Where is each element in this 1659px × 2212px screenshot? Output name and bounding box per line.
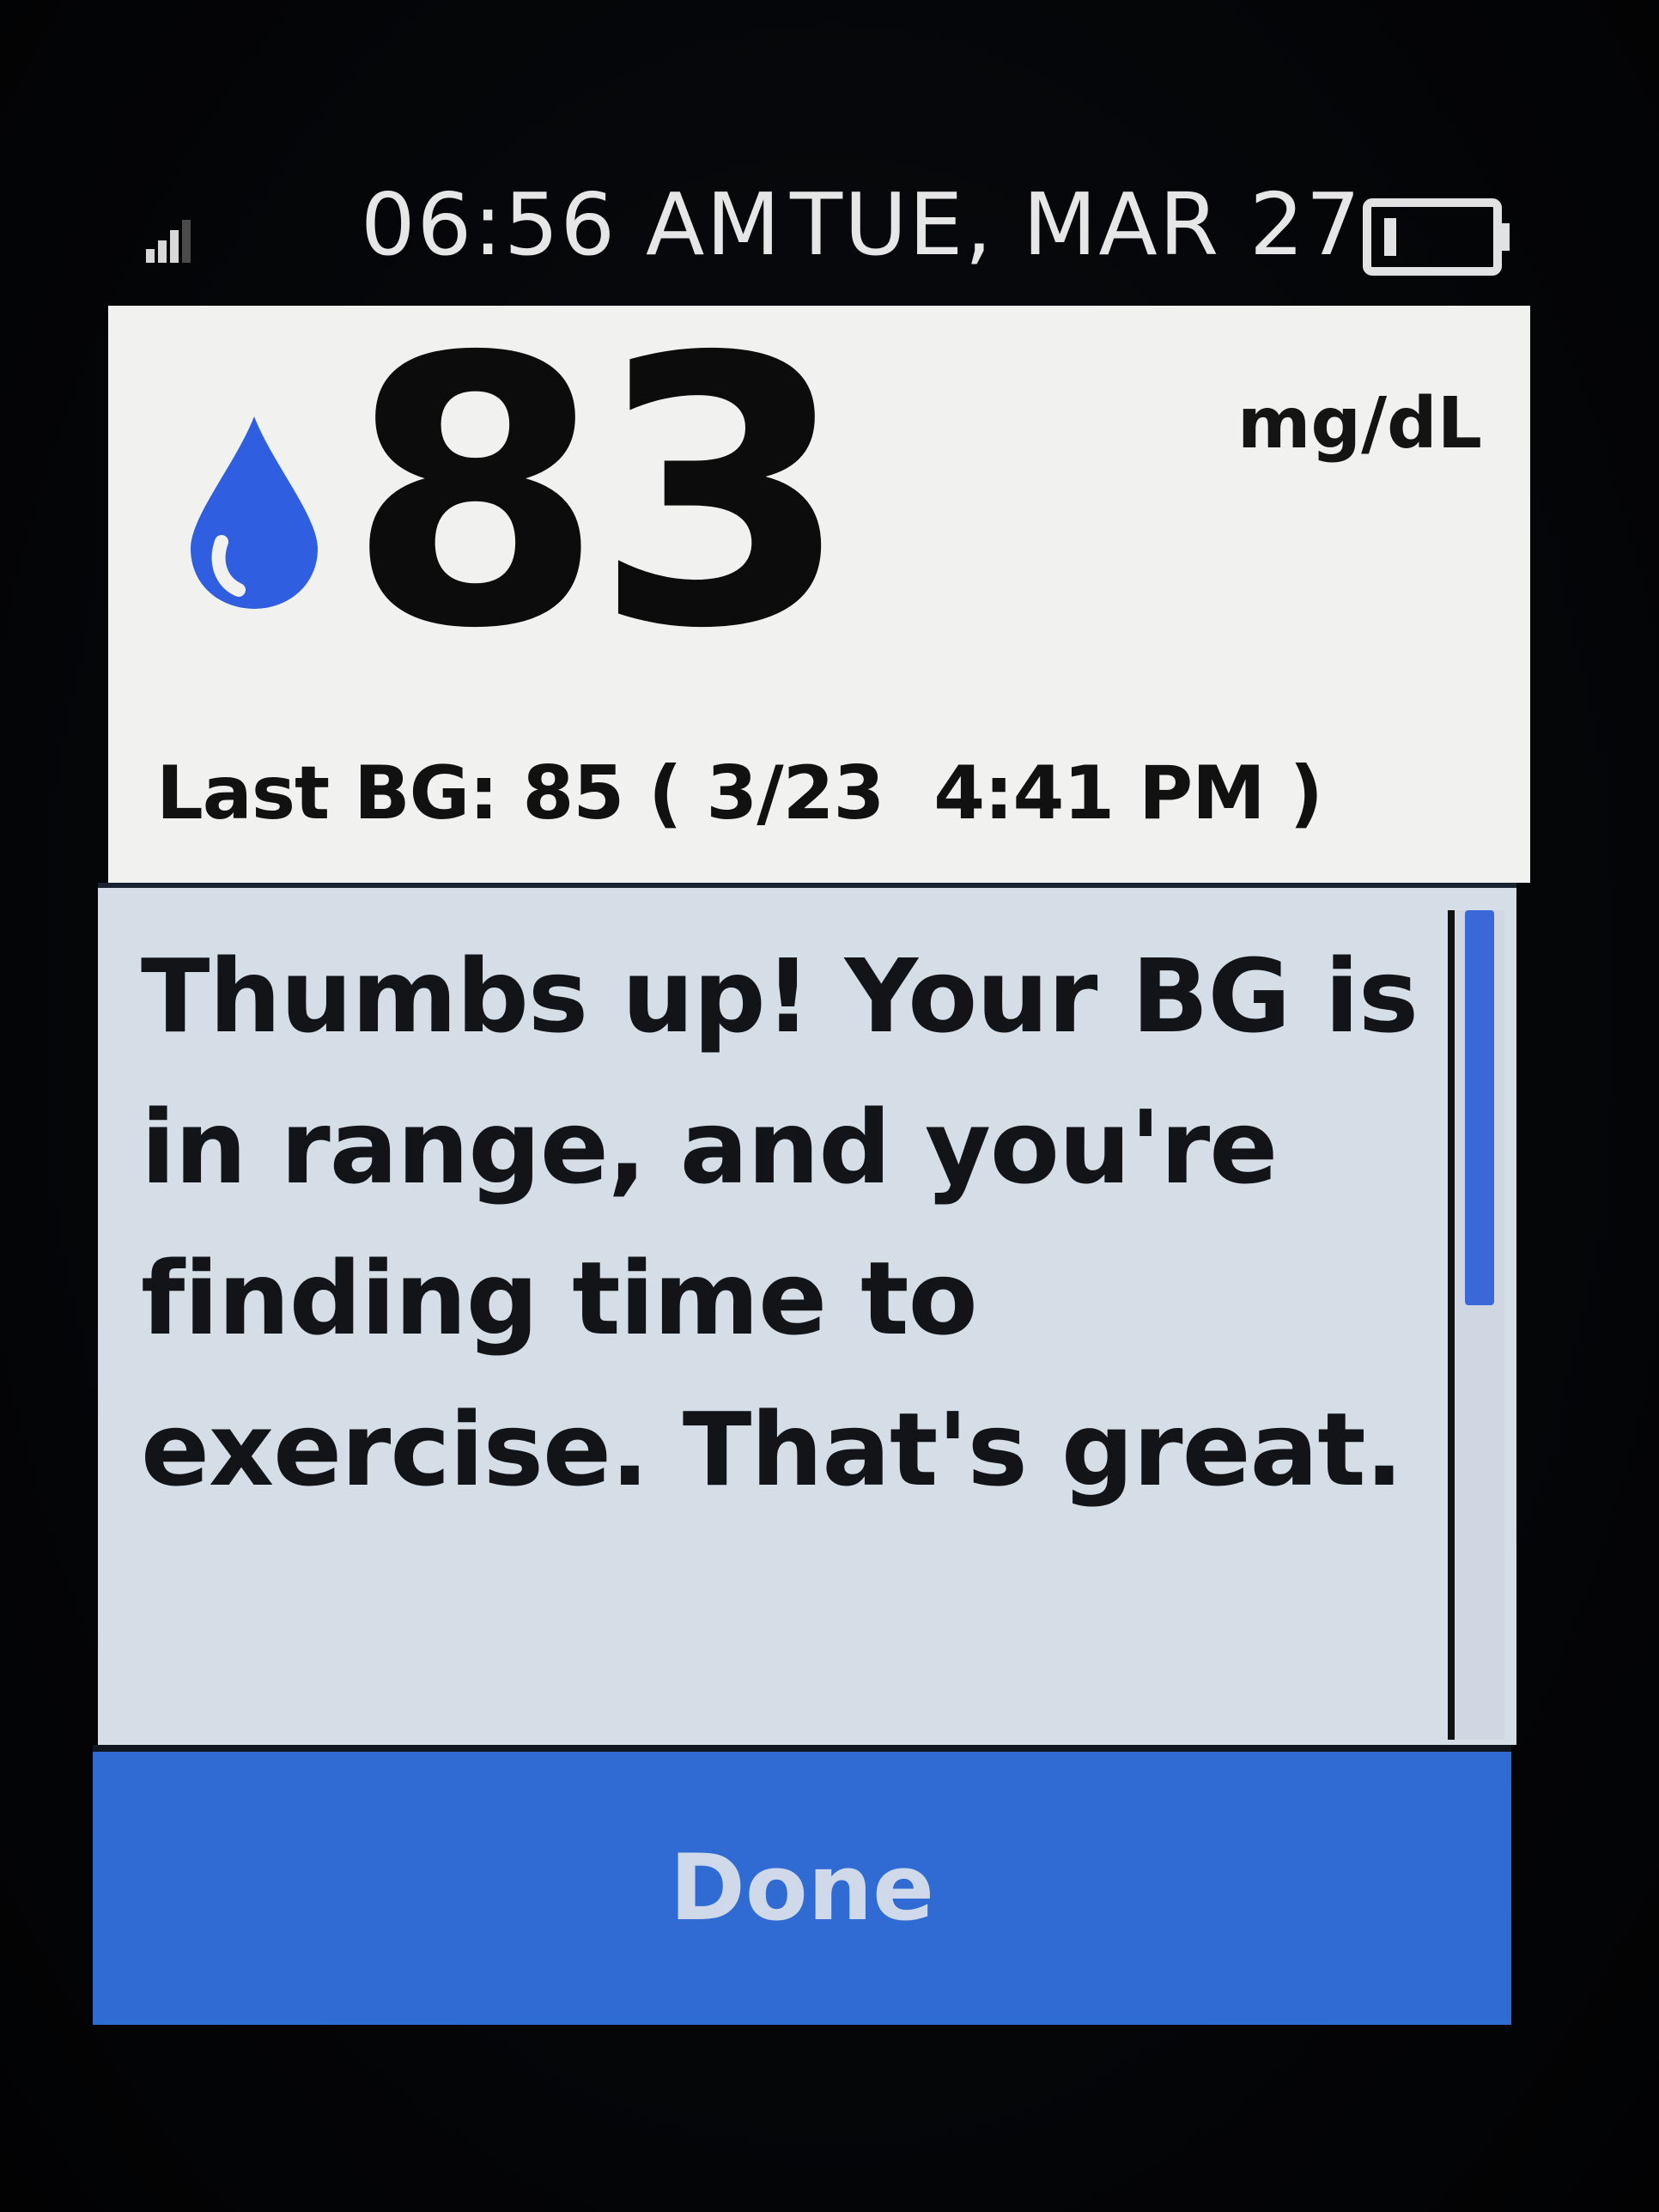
feedback-message: Thumbs up! Your BG is in range, and you'… xyxy=(141,937,1419,1509)
reading-panel: 83 mg/dL Last BG: 85 ( 3/23 4:41 PM ) xyxy=(108,280,1530,883)
glucose-unit: mg/dL xyxy=(1237,383,1482,465)
last-bg-reading: Last BG: 85 ( 3/23 4:41 PM ) xyxy=(156,750,1323,836)
blood-drop-icon xyxy=(191,416,318,609)
device-bezel: 06:56 AM TUE, MAR 27 83 mg/dL Last BG: 8… xyxy=(0,0,1659,2212)
done-button-label: Done xyxy=(669,1835,935,1941)
status-time: 06:56 AM xyxy=(361,174,782,275)
signal-icon xyxy=(146,220,191,263)
status-date: TUE, MAR 27 xyxy=(790,174,1363,275)
scrollbar-thumb[interactable] xyxy=(1465,910,1494,1305)
glucose-value: 83 xyxy=(347,280,850,709)
message-panel: Thumbs up! Your BG is in range, and you'… xyxy=(98,883,1516,1745)
status-bar: 06:56 AM TUE, MAR 27 xyxy=(129,163,1520,292)
done-button[interactable]: Done xyxy=(93,1745,1511,2025)
battery-icon xyxy=(1363,198,1510,276)
scrollbar[interactable] xyxy=(1448,910,1504,1740)
